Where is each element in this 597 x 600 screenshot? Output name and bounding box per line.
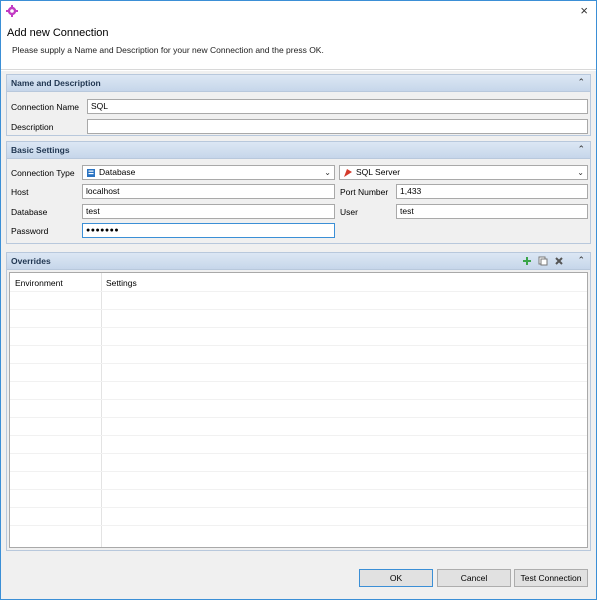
dialog-body: Name and Description ⌃ Connection Name S… bbox=[1, 71, 596, 599]
description-input[interactable] bbox=[87, 119, 588, 134]
collapse-icon[interactable]: ⌃ bbox=[577, 144, 585, 155]
password-label: Password bbox=[11, 226, 49, 236]
section-title: Basic Settings bbox=[11, 145, 70, 155]
dialog-title: Add new Connection bbox=[7, 27, 109, 39]
database-label: Database bbox=[11, 207, 48, 217]
window-titlebar: × bbox=[0, 0, 597, 22]
overrides-section: Overrides ⌃ Environment Settings bbox=[6, 252, 591, 551]
driver-select[interactable]: SQL Server ⌄ bbox=[339, 165, 588, 180]
overrides-header[interactable]: Overrides ⌃ bbox=[7, 253, 590, 270]
add-icon[interactable] bbox=[522, 256, 532, 266]
user-label: User bbox=[340, 207, 358, 217]
row-divider bbox=[10, 453, 587, 454]
column-header-environment[interactable]: Environment bbox=[15, 278, 63, 288]
description-label: Description bbox=[11, 122, 54, 132]
row-divider bbox=[10, 489, 587, 490]
chevron-down-icon: ⌄ bbox=[577, 168, 584, 177]
database-input[interactable]: test bbox=[82, 204, 335, 219]
row-divider bbox=[10, 525, 587, 526]
close-icon[interactable]: × bbox=[580, 4, 588, 18]
ok-button[interactable]: OK bbox=[359, 569, 433, 587]
sql-server-icon bbox=[344, 169, 352, 177]
dialog: Add new Connection Please supply a Name … bbox=[0, 22, 597, 600]
collapse-icon[interactable]: ⌃ bbox=[577, 77, 585, 88]
row-divider bbox=[10, 327, 587, 328]
connection-type-value: Database bbox=[99, 167, 136, 177]
host-label: Host bbox=[11, 187, 29, 197]
chevron-down-icon: ⌄ bbox=[324, 168, 331, 177]
connection-name-label: Connection Name bbox=[11, 102, 80, 112]
port-input[interactable]: 1,433 bbox=[396, 184, 588, 199]
row-divider bbox=[10, 471, 587, 472]
connection-type-select[interactable]: Database ⌄ bbox=[82, 165, 335, 180]
user-input[interactable]: test bbox=[396, 204, 588, 219]
row-divider bbox=[10, 435, 587, 436]
host-input[interactable]: localhost bbox=[82, 184, 335, 199]
name-description-section: Name and Description ⌃ Connection Name S… bbox=[6, 74, 591, 136]
delete-icon[interactable] bbox=[554, 256, 564, 266]
gear-icon bbox=[6, 5, 18, 17]
row-divider bbox=[10, 345, 587, 346]
port-label: Port Number bbox=[340, 187, 389, 197]
test-connection-button[interactable]: Test Connection bbox=[514, 569, 588, 587]
driver-value: SQL Server bbox=[356, 167, 401, 177]
basic-settings-header[interactable]: Basic Settings ⌃ bbox=[7, 142, 590, 159]
dialog-header: Add new Connection Please supply a Name … bbox=[1, 22, 596, 70]
row-divider bbox=[10, 363, 587, 364]
section-title: Overrides bbox=[11, 256, 51, 266]
row-divider bbox=[10, 417, 587, 418]
column-header-settings[interactable]: Settings bbox=[106, 278, 137, 288]
overrides-table[interactable]: Environment Settings bbox=[9, 272, 588, 548]
name-description-header[interactable]: Name and Description ⌃ bbox=[7, 75, 590, 92]
connection-type-label: Connection Type bbox=[11, 168, 75, 178]
row-divider bbox=[10, 399, 587, 400]
basic-settings-section: Basic Settings ⌃ Connection Type Databas… bbox=[6, 141, 591, 244]
row-divider bbox=[10, 381, 587, 382]
dialog-description: Please supply a Name and Description for… bbox=[12, 45, 324, 55]
copy-icon[interactable] bbox=[538, 256, 548, 266]
cancel-button[interactable]: Cancel bbox=[437, 569, 511, 587]
row-divider bbox=[10, 309, 587, 310]
column-divider bbox=[101, 273, 102, 547]
section-title: Name and Description bbox=[11, 78, 101, 88]
connection-name-input[interactable]: SQL bbox=[87, 99, 588, 114]
password-input[interactable]: ●●●●●●● bbox=[82, 223, 335, 238]
row-divider bbox=[10, 291, 587, 292]
row-divider bbox=[10, 507, 587, 508]
collapse-icon[interactable]: ⌃ bbox=[577, 255, 585, 266]
database-icon bbox=[87, 169, 95, 177]
